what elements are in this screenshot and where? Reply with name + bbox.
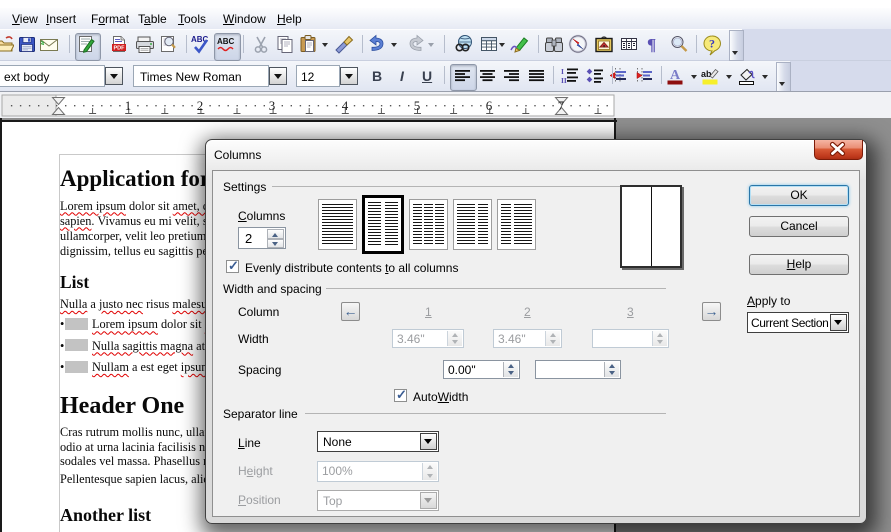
svg-text:4: 4 <box>342 98 349 113</box>
svg-text:ABC: ABC <box>217 37 235 46</box>
svg-text:PDF: PDF <box>114 46 126 52</box>
svg-text:1: 1 <box>125 98 132 113</box>
svg-text:3: 3 <box>269 98 276 113</box>
svg-text:2: 2 <box>197 98 204 113</box>
svg-text:I: I <box>561 67 564 76</box>
svg-text:II: II <box>561 76 567 84</box>
svg-text:6: 6 <box>486 98 493 113</box>
svg-text:5: 5 <box>414 98 421 113</box>
svg-text:7: 7 <box>558 98 565 113</box>
svg-text:ab: ab <box>701 69 712 79</box>
svg-text:?: ? <box>709 37 715 51</box>
svg-text:¶: ¶ <box>647 35 656 54</box>
